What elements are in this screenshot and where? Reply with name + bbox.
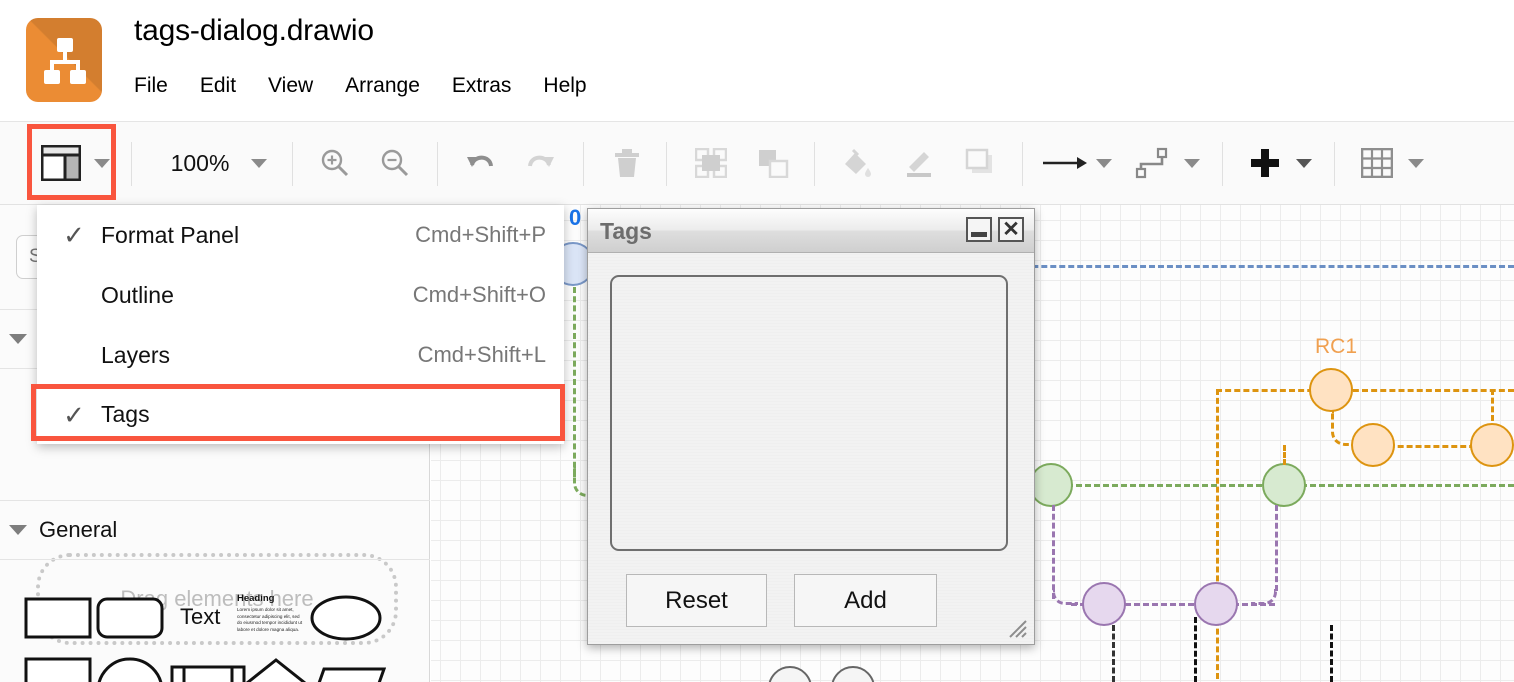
app-header: tags-dialog.drawio File Edit View Arrang…: [0, 0, 1514, 121]
chevron-down-icon: [9, 334, 27, 344]
shape-square[interactable]: [24, 657, 92, 682]
waypoints-icon[interactable]: [1130, 122, 1176, 204]
page-title: tags-dialog.drawio: [134, 14, 374, 48]
sidebar-section-general-label: General: [39, 517, 117, 543]
purple-edge-left-vertical: [1052, 505, 1055, 599]
black-edge-3: [1330, 625, 1333, 682]
menu-help[interactable]: Help: [527, 72, 602, 100]
chevron-down-icon: [9, 525, 27, 535]
to-back-icon: [750, 122, 796, 204]
line-color-icon: [896, 122, 942, 204]
purple-edge-right-vertical: [1275, 505, 1278, 591]
fill-color-icon: [834, 122, 880, 204]
zoom-level-label[interactable]: 100%: [160, 122, 240, 204]
green-node-1[interactable]: [1029, 463, 1073, 507]
shape-rectangle[interactable]: [24, 597, 92, 639]
to-front-icon: [688, 122, 734, 204]
green-edge-vertical: [573, 287, 576, 477]
orange-node-1[interactable]: [1309, 368, 1353, 412]
menu-arrange[interactable]: Arrange: [329, 72, 436, 100]
redo-icon[interactable]: [518, 122, 564, 204]
gray-node-2[interactable]: [831, 666, 875, 682]
menu-item-layers-label: Layers: [101, 342, 170, 369]
orange-edge-left-vertical: [1216, 389, 1219, 679]
zoom-in-icon[interactable]: [312, 122, 358, 204]
menubar: File Edit View Arrange Extras Help: [134, 72, 603, 100]
shadow-icon: [958, 122, 1004, 204]
menu-item-format-panel-label: Format Panel: [101, 222, 239, 249]
tags-dialog-titlebar[interactable]: Tags ✕: [588, 209, 1034, 253]
connection-arrow-icon[interactable]: [1042, 122, 1088, 204]
highlight-panel-toggle: [27, 124, 116, 200]
table-dropdown-icon[interactable]: [1402, 122, 1430, 204]
zoom-out-icon[interactable]: [372, 122, 418, 204]
menu-item-outline[interactable]: Outline Cmd+Shift+O: [37, 265, 564, 325]
drawio-application: tags-dialog.drawio File Edit View Arrang…: [0, 0, 1514, 682]
orange-node-2[interactable]: [1351, 423, 1395, 467]
shape-text[interactable]: Text: [180, 604, 220, 630]
tags-dialog-title: Tags: [600, 218, 652, 245]
tags-dialog[interactable]: Tags ✕ Reset Add: [587, 208, 1035, 645]
undo-icon[interactable]: [457, 122, 503, 204]
shape-textbox[interactable]: Heading Lorem ipsum dolor sit amet, cons…: [237, 593, 307, 634]
menu-edit[interactable]: Edit: [184, 72, 252, 100]
orange-node-3[interactable]: [1470, 423, 1514, 467]
purple-node-1[interactable]: [1082, 582, 1126, 626]
menu-item-outline-shortcut: Cmd+Shift+O: [413, 282, 546, 308]
connection-arrow-dropdown-icon[interactable]: [1090, 122, 1118, 204]
check-icon: ✓: [59, 222, 89, 248]
node-label-zero: 0: [569, 205, 581, 231]
highlight-tags-menu-item: [31, 384, 565, 441]
zoom-dropdown-icon[interactable]: [245, 122, 273, 204]
shape-ellipse[interactable]: [310, 595, 382, 641]
shape-diamond[interactable]: [240, 657, 312, 682]
table-icon[interactable]: [1354, 122, 1400, 204]
gray-node-1[interactable]: [768, 666, 812, 682]
waypoints-dropdown-icon[interactable]: [1178, 122, 1206, 204]
menu-item-layers-shortcut: Cmd+Shift+L: [418, 342, 546, 368]
shape-textbox-heading: Heading: [237, 593, 274, 604]
orange-edge-top-horizontal: [1216, 389, 1514, 392]
black-edge-2: [1194, 617, 1197, 682]
menu-view[interactable]: View: [252, 72, 329, 100]
green-node-2[interactable]: [1262, 463, 1306, 507]
resize-grip-icon[interactable]: [1004, 615, 1028, 639]
add-button[interactable]: Add: [794, 574, 937, 627]
menu-file[interactable]: File: [134, 72, 184, 100]
minimize-icon[interactable]: [966, 217, 992, 242]
reset-button[interactable]: Reset: [626, 574, 767, 627]
menu-item-layers[interactable]: Layers Cmd+Shift+L: [37, 325, 564, 385]
toolbar: 100%: [0, 121, 1514, 205]
close-icon[interactable]: ✕: [998, 217, 1024, 242]
shape-parallelogram[interactable]: [310, 657, 386, 682]
tags-listbox[interactable]: [610, 275, 1008, 551]
shape-process[interactable]: [168, 657, 248, 682]
delete-icon: [604, 122, 650, 204]
insert-dropdown-icon[interactable]: [1290, 122, 1318, 204]
node-label-rc1: RC1: [1315, 335, 1357, 359]
purple-node-2[interactable]: [1194, 582, 1238, 626]
sidebar-section-general[interactable]: General: [0, 501, 430, 559]
menu-item-format-panel-shortcut: Cmd+Shift+P: [415, 222, 546, 248]
black-edge-1: [1112, 625, 1115, 682]
shape-circle[interactable]: [96, 657, 164, 682]
menu-item-outline-label: Outline: [101, 282, 174, 309]
insert-icon[interactable]: [1242, 122, 1288, 204]
shape-rounded-rectangle[interactable]: [96, 597, 164, 639]
menu-extras[interactable]: Extras: [436, 72, 528, 100]
shape-textbox-body: Lorem ipsum dolor sit amet, consectetur …: [237, 607, 305, 634]
menu-item-format-panel[interactable]: ✓ Format Panel Cmd+Shift+P: [37, 205, 564, 265]
drawio-logo-icon: [26, 18, 102, 102]
orange-to-green-connector: [1283, 445, 1286, 465]
